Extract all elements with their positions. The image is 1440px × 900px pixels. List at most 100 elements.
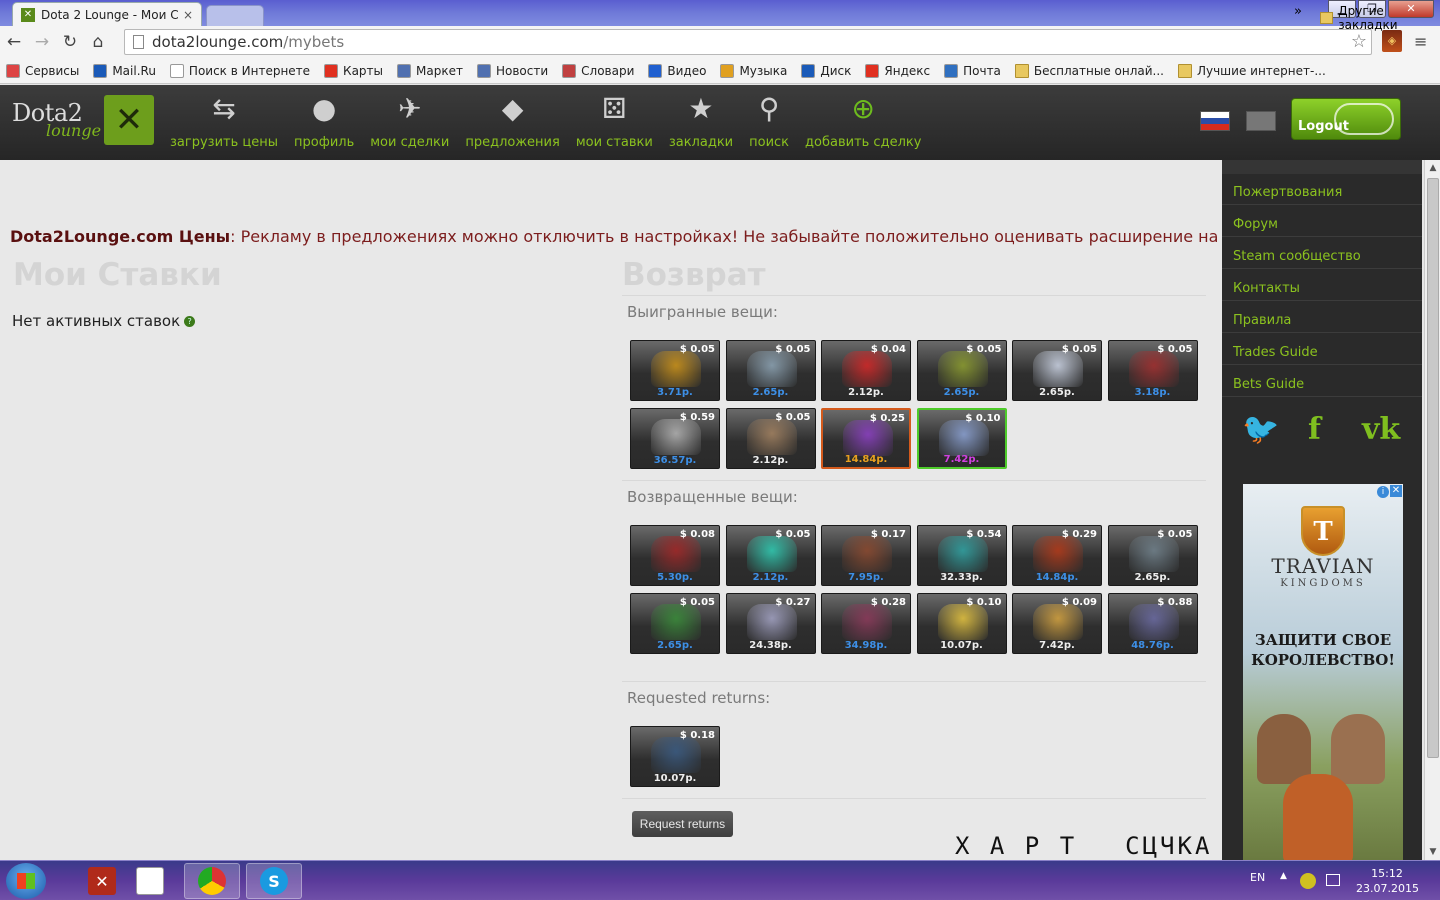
item-card[interactable]: $ 0.18 10.07р. [630, 726, 720, 787]
help-icon[interactable]: ? [184, 315, 196, 327]
taskbar-skype-app[interactable]: S [246, 863, 302, 899]
tray-expand-icon[interactable]: ▲ [1280, 871, 1287, 881]
nav-add-trade[interactable]: ⊕ добавить сделку [797, 91, 929, 150]
item-card[interactable]: $ 0.08 5.30р. [630, 525, 720, 586]
item-card[interactable]: $ 0.54 32.33р. [916, 525, 1007, 586]
browser-menu-icon[interactable]: ≡ [1414, 32, 1427, 51]
item-card[interactable]: $ 0.25 14.84р. [821, 408, 911, 469]
browser-tab-active[interactable]: ✕ Dota 2 Lounge - Мои Ста × [12, 2, 202, 26]
item-card[interactable]: $ 0.05 2.12р. [725, 408, 816, 469]
tray-app-icon[interactable] [1300, 873, 1316, 889]
item-card[interactable]: $ 0.05 3.71р. [630, 340, 720, 401]
nav-bookmarks[interactable]: ★ закладки [661, 91, 741, 150]
nav-my-bets[interactable]: ⚄ мои ставки [568, 91, 661, 150]
bookmark-item[interactable]: Диск [801, 63, 851, 78]
travian-ad-banner[interactable]: i ✕ T TRAVIAN KINGDOMS ЗАЩИТИ СВОЕ КОРОЛ… [1243, 484, 1403, 860]
bookmark-item[interactable]: Mail.Ru [93, 63, 156, 78]
ad-slogan-line-1: ЗАЩИТИ СВОЕ [1254, 631, 1392, 649]
sidebar-link[interactable]: Trades Guide [1222, 334, 1422, 365]
sidebar-link[interactable]: Правила [1222, 302, 1422, 333]
back-button[interactable]: ← [0, 32, 28, 52]
item-card[interactable]: $ 0.04 2.12р. [821, 340, 911, 401]
forward-button[interactable]: → [28, 32, 56, 52]
bookmark-item[interactable]: Маркет [397, 63, 463, 78]
tab-close-icon[interactable]: × [183, 8, 193, 22]
item-card[interactable]: $ 0.29 14.84р. [1012, 525, 1102, 586]
tab-title: Dota 2 Lounge - Мои Ста [41, 7, 179, 22]
item-card[interactable]: $ 0.05 2.12р. [725, 525, 816, 586]
taskbar-notepad-app[interactable] [122, 863, 178, 899]
ad-info-icon[interactable]: i [1377, 486, 1389, 498]
bookmark-label: Видео [667, 63, 707, 78]
address-bar[interactable]: dota2lounge.com/mybets ☆ [124, 29, 1372, 55]
bookmark-label: Поиск в Интернете [188, 63, 311, 78]
language-indicator[interactable]: EN [1250, 871, 1265, 884]
bookmark-item[interactable]: Бесплатные онлай... [1014, 63, 1164, 78]
bookmark-item[interactable]: Карты [324, 63, 383, 78]
item-card[interactable]: $ 0.05 2.65р. [630, 593, 720, 654]
facebook-icon[interactable]: f [1308, 412, 1321, 447]
nav-my-trades[interactable]: ✈ мои сделки [362, 91, 457, 150]
bookmark-item[interactable]: Видео [648, 63, 707, 78]
item-card[interactable]: $ 0.27 24.38р. [725, 593, 816, 654]
nav-search[interactable]: ⚲ поиск [741, 91, 797, 150]
scroll-up-icon[interactable]: ▲ [1425, 160, 1440, 176]
flag-ru-icon[interactable] [1200, 111, 1230, 131]
ad-close-icon[interactable]: ✕ [1390, 485, 1402, 497]
bookmark-item[interactable]: Поиск в Интернете [169, 63, 311, 78]
logout-button[interactable]: Logout [1291, 98, 1401, 140]
item-card[interactable]: $ 0.05 2.65р. [1012, 340, 1102, 401]
vk-icon[interactable]: vk [1362, 412, 1400, 447]
site-logo[interactable]: Dota2 lounge ✕ [12, 95, 154, 147]
start-button[interactable] [6, 863, 46, 899]
sidebar-link[interactable]: Steam сообщество [1222, 238, 1422, 269]
bookmark-star-icon[interactable]: ☆ [1351, 31, 1367, 52]
other-bookmarks[interactable]: Другие закладки [1320, 4, 1440, 32]
bookmark-label: Музыка [739, 63, 788, 78]
network-icon[interactable] [1326, 874, 1340, 886]
bookmark-item[interactable]: Словари [562, 63, 634, 78]
scrollbar-thumb[interactable] [1427, 178, 1439, 758]
sidebar-link[interactable]: Пожертвования [1222, 174, 1422, 205]
item-card[interactable]: $ 0.05 2.65р. [725, 340, 816, 401]
nav-label: загрузить цены [170, 135, 278, 150]
bookmarks-overflow-button[interactable]: » [1294, 4, 1302, 19]
divider [622, 681, 1206, 682]
item-card[interactable]: $ 0.05 3.18р. [1107, 340, 1198, 401]
flag-other-icon[interactable] [1246, 111, 1276, 131]
item-image [843, 420, 893, 456]
request-returns-button[interactable]: Request returns [632, 811, 733, 837]
item-card[interactable]: $ 0.10 7.42р. [916, 408, 1007, 469]
nav-offers[interactable]: ◆ предложения [457, 91, 567, 150]
new-tab-button[interactable] [206, 5, 264, 26]
item-card[interactable]: $ 0.05 2.65р. [1107, 525, 1198, 586]
bookmark-item[interactable]: Сервисы [6, 63, 79, 78]
url-path: /mybets [283, 33, 345, 51]
item-card[interactable]: $ 0.59 36.57р. [630, 408, 720, 469]
bookmark-item[interactable]: Музыка [720, 63, 788, 78]
bookmark-item[interactable]: Новости [476, 63, 548, 78]
bookmark-item[interactable]: Яндекс [865, 63, 930, 78]
scroll-down-icon[interactable]: ▼ [1425, 844, 1440, 860]
extension-icon[interactable]: ◈ [1382, 30, 1402, 52]
twitter-icon[interactable]: 🐦 [1242, 412, 1279, 447]
page-scrollbar[interactable]: ▲ ▼ [1424, 160, 1440, 860]
taskbar-chrome-app[interactable] [184, 863, 240, 899]
item-card[interactable]: $ 0.09 7.42р. [1012, 593, 1102, 654]
item-card[interactable]: $ 0.28 34.98р. [821, 593, 911, 654]
bookmark-item[interactable]: Лучшие интернет-... [1177, 63, 1326, 78]
item-card[interactable]: $ 0.17 7.95р. [821, 525, 911, 586]
sidebar-link[interactable]: Контакты [1222, 270, 1422, 301]
sidebar-link[interactable]: Bets Guide [1222, 366, 1422, 397]
taskbar-clock[interactable]: 15:12 23.07.2015 [1356, 866, 1419, 896]
reload-button[interactable]: ↻ [56, 32, 84, 52]
nav-profile[interactable]: ● профиль [286, 91, 362, 150]
item-card[interactable]: $ 0.88 48.76р. [1107, 593, 1198, 654]
item-card[interactable]: $ 0.05 2.65р. [916, 340, 1007, 401]
home-button[interactable]: ⌂ [84, 32, 112, 52]
item-card[interactable]: $ 0.10 10.07р. [916, 593, 1007, 654]
nav-upload-prices[interactable]: ⇆ загрузить цены [162, 91, 286, 150]
item-image [1128, 351, 1179, 387]
sidebar-link[interactable]: Форум [1222, 206, 1422, 237]
bookmark-item[interactable]: Почта [944, 63, 1001, 78]
